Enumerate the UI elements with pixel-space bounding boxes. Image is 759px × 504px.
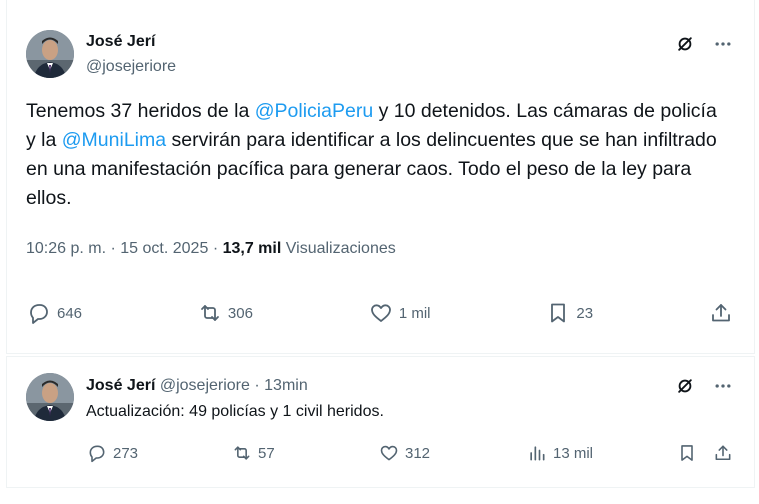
repost-count: 57 [258,444,275,462]
like-count: 312 [405,444,431,462]
post-text-part: Tenemos 37 heridos de la [26,100,255,122]
author-name[interactable]: José Jerí [86,33,155,51]
share-button[interactable] [709,301,733,325]
author-handle[interactable]: @josejeriore [160,377,250,394]
avatar-image [26,373,74,421]
avatar-image [26,30,74,78]
main-post: José Jerí @josejeriore Tenemos 37 herido… [6,0,755,354]
author-avatar[interactable] [26,30,74,78]
share-icon [712,304,730,322]
views-count: 13,7 mil [222,240,282,257]
post-actions: 273 57 312 13 mil [87,443,732,467]
meta-separator: · [212,240,219,257]
author-handle[interactable]: @josejeriore [86,58,176,76]
reply-count: 273 [113,444,139,462]
mention-link[interactable]: @MuniLima [62,129,166,151]
share-icon [715,445,731,461]
share-button[interactable] [713,443,733,463]
reply-count: 646 [57,304,83,322]
repost-button[interactable]: 306 [198,301,253,325]
more-icon[interactable] [712,33,734,55]
post-actions: 646 306 1 mil 23 [27,301,733,325]
author-name[interactable]: José Jerí [86,377,155,394]
like-icon [370,304,391,322]
post-metadata: 10:26 p. m. · 15 oct. 2025 · 13,7 mil Vi… [26,240,396,258]
bookmark-button[interactable] [677,443,697,463]
meta-separator: · [254,377,260,394]
repost-button[interactable]: 57 [232,443,275,463]
post-age[interactable]: 13min [264,377,308,394]
grok-icon[interactable] [674,33,696,55]
reply-icon [89,445,105,463]
bookmark-icon [681,445,693,461]
post-top-actions [674,33,734,55]
grok-icon[interactable] [674,375,696,397]
repost-icon [234,446,250,460]
reply-button[interactable]: 646 [27,301,82,325]
reply-post: José Jerí @josejeriore · 13min Actualiza… [6,356,755,488]
post-top-actions [674,375,734,397]
like-count: 1 mil [398,304,431,322]
bookmark-icon [551,303,566,323]
repost-icon [201,305,219,321]
like-icon [380,445,398,461]
like-button[interactable]: 1 mil [369,301,431,325]
bookmark-button[interactable]: 23 [546,301,593,325]
like-button[interactable]: 312 [379,443,430,463]
views-count: 13 mil [553,444,594,462]
repost-count: 306 [227,304,253,322]
author-avatar[interactable] [26,373,74,421]
post-date[interactable]: 15 oct. 2025 [120,240,208,257]
post-text: Actualización: 49 policías y 1 civil her… [86,403,384,420]
mention-link[interactable]: @PoliciaPeru [255,100,373,122]
views-button[interactable]: 13 mil [527,443,593,463]
more-icon[interactable] [712,375,734,397]
post-time[interactable]: 10:26 p. m. [26,240,106,257]
post-text: Tenemos 37 heridos de la @PoliciaPeru y … [26,97,726,213]
reply-button[interactable]: 273 [87,443,138,463]
reply-header: José Jerí @josejeriore · 13min [86,377,308,395]
meta-separator: · [110,240,116,257]
views-icon [530,446,545,461]
views-label: Visualizaciones [285,240,396,257]
bookmark-count: 23 [576,304,594,322]
reply-icon [30,304,48,324]
